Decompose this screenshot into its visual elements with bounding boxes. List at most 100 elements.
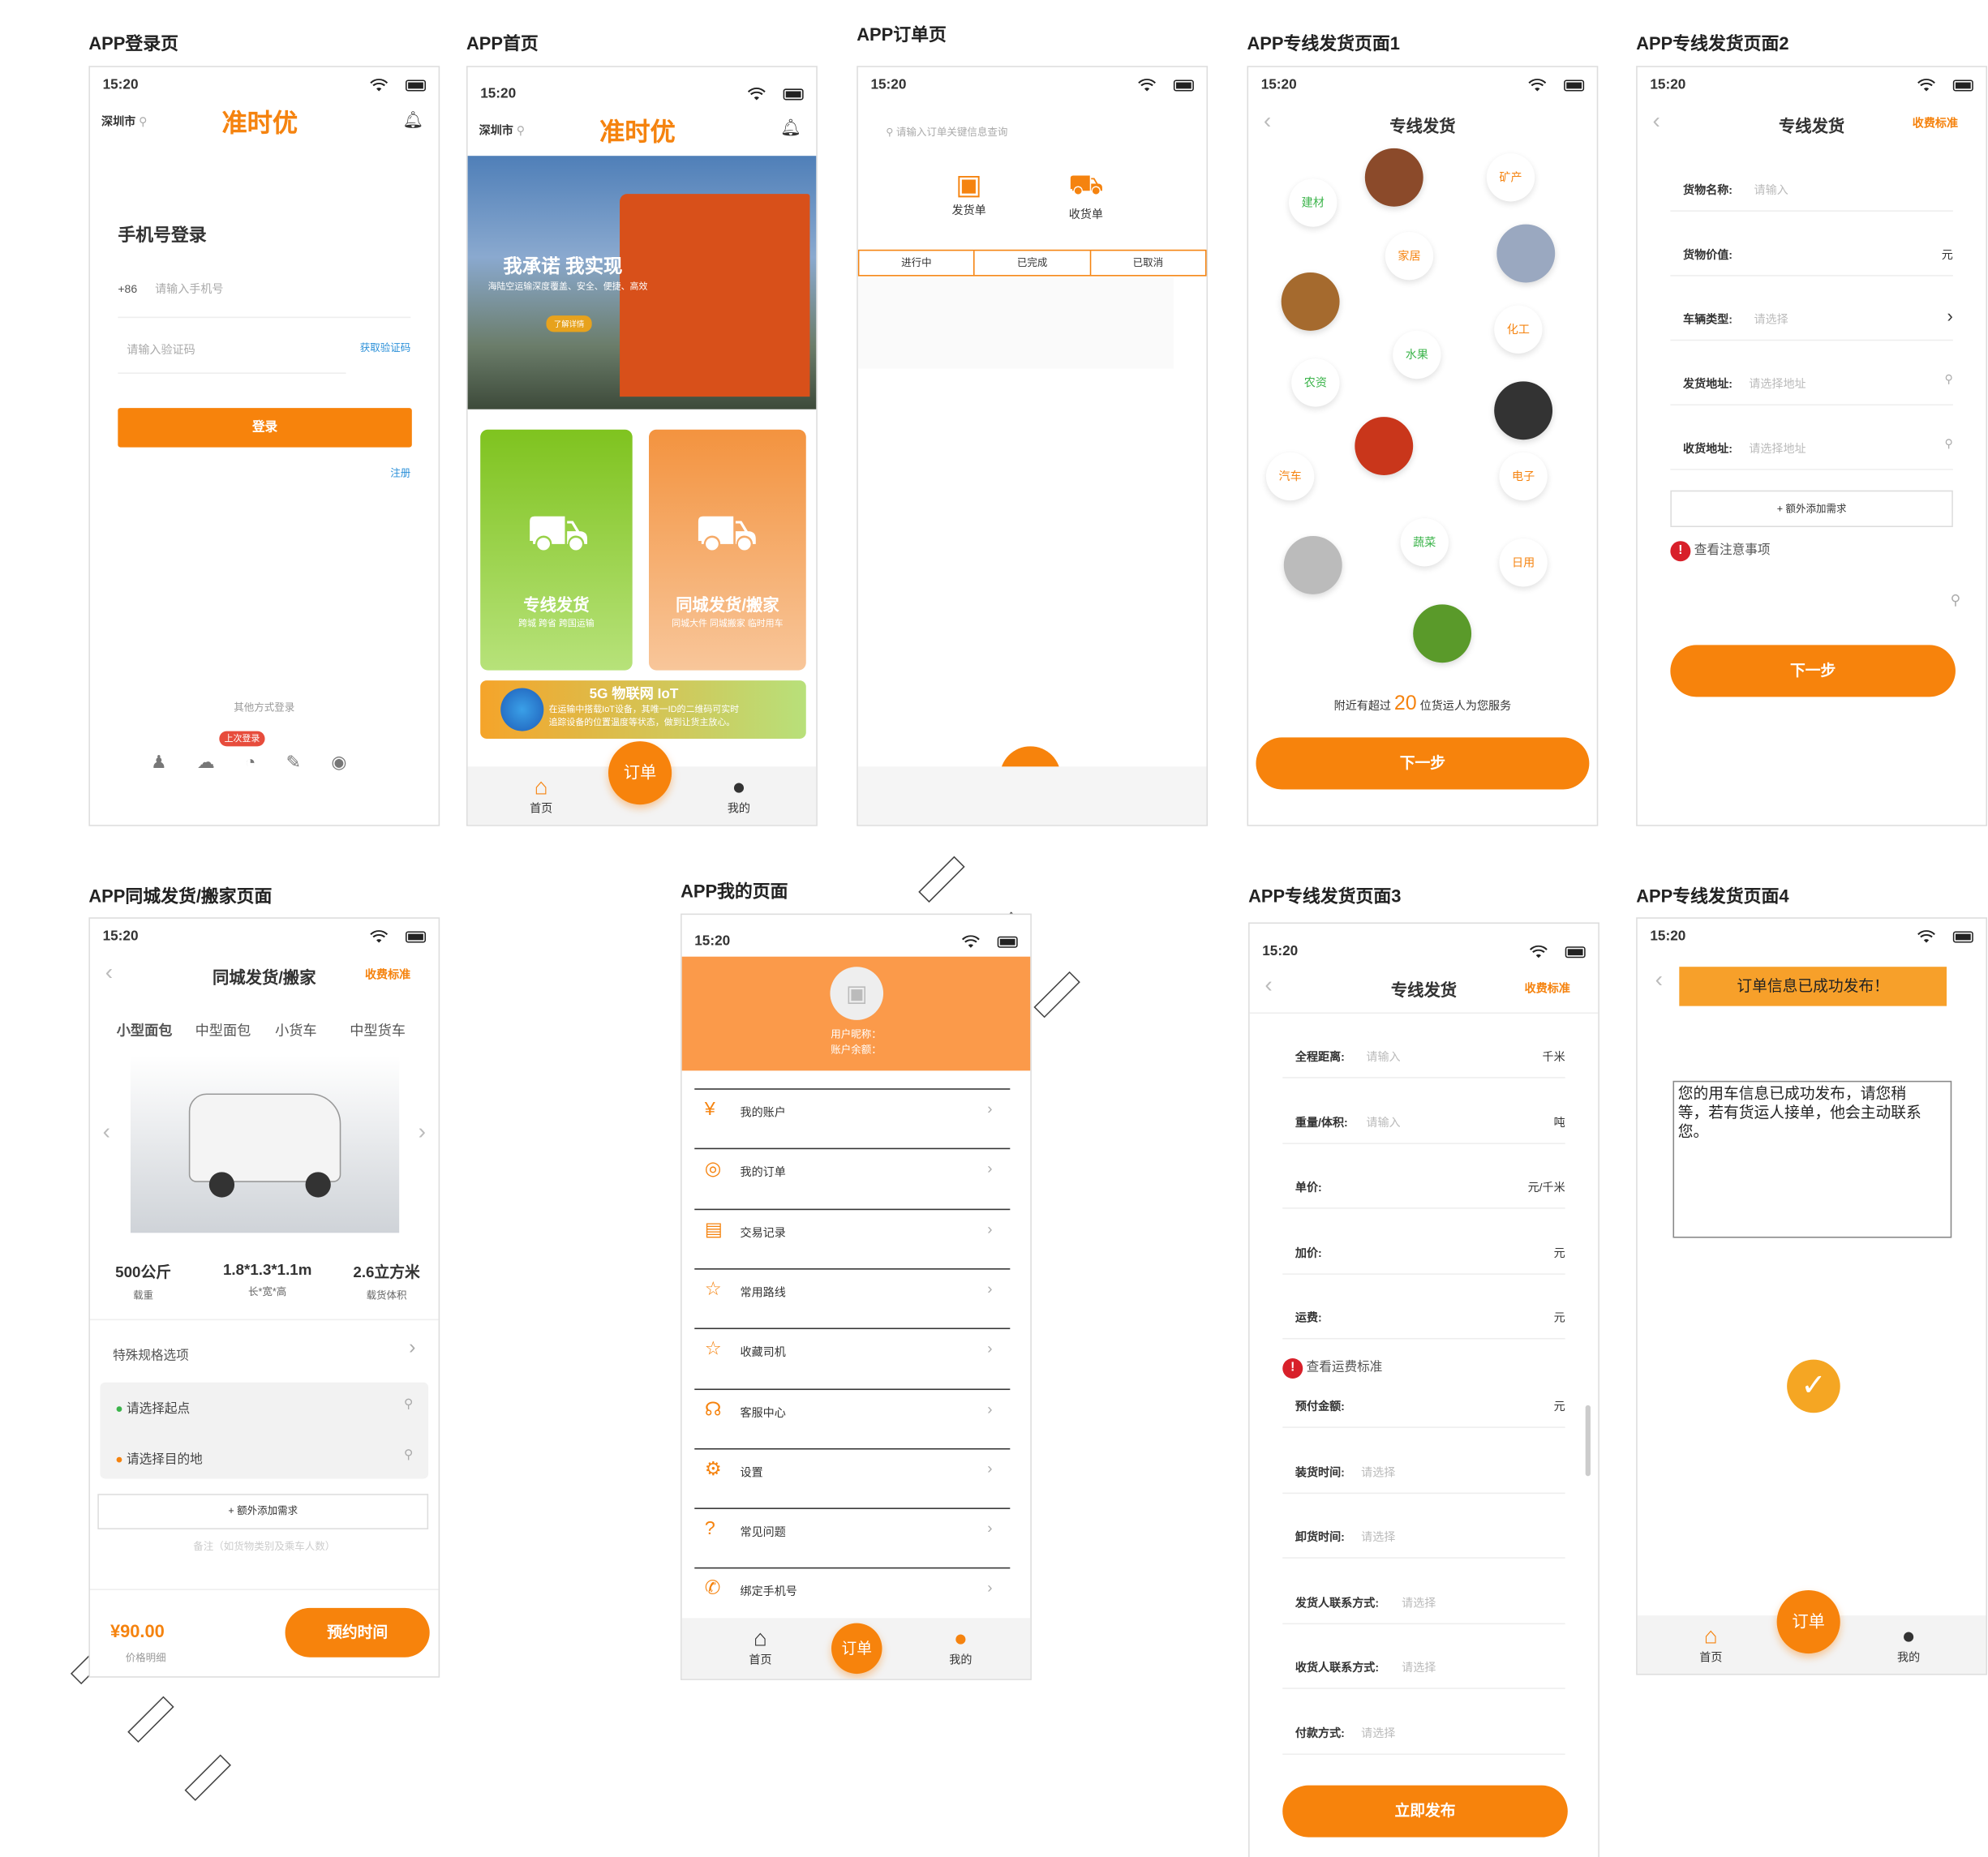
status-bar: 15:20	[103, 77, 426, 97]
car-tab-small-truck[interactable]: 小货车	[275, 1020, 317, 1040]
category-bubble[interactable]: 电子	[1499, 452, 1548, 501]
form-row[interactable]: 车辆类型: 请选择 ›	[1670, 293, 1953, 341]
prev-arrow-icon[interactable]: ‹	[103, 1119, 110, 1146]
tab-mine[interactable]: ● 我的	[923, 1626, 999, 1668]
menu-item[interactable]: ◎ 我的订单 ›	[694, 1148, 1011, 1191]
ship-order-button[interactable]: ▣ 发货单	[951, 169, 985, 218]
form-row[interactable]: 收货人联系方式: 请选择	[1282, 1640, 1565, 1689]
tab-order[interactable]: 订单	[831, 1623, 882, 1675]
register-link[interactable]: 注册	[390, 466, 410, 480]
bell-icon[interactable]: 🔔︎	[780, 118, 801, 138]
publish-button[interactable]: 立即发布	[1282, 1785, 1568, 1838]
sms-field[interactable]: 请输入验证码	[118, 333, 346, 374]
form-row[interactable]: 收货地址: 请选择地址 ⚲	[1670, 422, 1953, 470]
category-bubble[interactable]: 日用	[1499, 538, 1548, 587]
avatar[interactable]: ▣	[830, 967, 884, 1020]
car-tab-medium-truck[interactable]: 中型货车	[350, 1020, 406, 1040]
car-tab-small-van[interactable]: 小型面包	[117, 1020, 173, 1040]
wifi-icon	[747, 88, 766, 101]
vegetable-image	[1413, 604, 1472, 663]
tab-cancelled[interactable]: 已取消	[1091, 251, 1205, 275]
city-selector[interactable]: 深圳市 ⚲	[479, 122, 525, 138]
phone-field[interactable]: +86 请输入手机号	[118, 280, 411, 319]
scrollbar[interactable]	[1585, 1405, 1591, 1477]
end-address[interactable]: ● 请选择目的地	[115, 1448, 203, 1467]
form-row[interactable]: 运费: 元	[1282, 1291, 1565, 1340]
category-bubble[interactable]: 水果	[1393, 330, 1441, 380]
menu-item[interactable]: ☆ 常用路线 ›	[694, 1267, 1011, 1311]
menu-item[interactable]: ☆ 收藏司机 ›	[694, 1327, 1011, 1371]
menu-item[interactable]: ✆ 绑定手机号 ›	[694, 1568, 1011, 1610]
menu-item[interactable]: ▤ 交易记录 ›	[694, 1207, 1011, 1251]
form-row[interactable]: 装货时间: 请选择	[1282, 1445, 1565, 1494]
banner[interactable]: 我承诺 我实现 海陆空运输深度覆盖、安全、便捷、高效 了解详情	[467, 156, 817, 410]
get-code-link[interactable]: 获取验证码	[360, 341, 411, 354]
bell-icon[interactable]: 🔔︎	[402, 110, 423, 131]
category-bubble[interactable]: 汽车	[1265, 452, 1315, 501]
start-address[interactable]: ● 请选择起点	[115, 1397, 190, 1417]
menu-item[interactable]: ? 常见问题 ›	[694, 1507, 1011, 1551]
extra-needs-button[interactable]: + 额外添加需求	[1670, 490, 1953, 527]
form-row[interactable]: 付款方式: 请选择	[1282, 1706, 1565, 1755]
form-row[interactable]: 单价: 元/千米	[1282, 1160, 1565, 1209]
tab-mine[interactable]: ● 我的	[701, 774, 777, 817]
tab-order[interactable]: 订单	[608, 741, 672, 805]
category-bubble[interactable]: 蔬菜	[1400, 518, 1449, 567]
tab-home[interactable]: ⌂ 首页	[1673, 1623, 1750, 1666]
notice-link[interactable]: ! 查看注意事项	[1670, 538, 1770, 562]
iot-banner[interactable]: 5G 物联网 IoT 在运输中搭载IoT设备，其唯一ID的二维码可实时 追踪设备…	[480, 680, 806, 739]
form-row[interactable]: 货物名称: 请输入	[1670, 164, 1953, 212]
card-line-shipping[interactable]: ⛟ 专线发货 跨城 跨省 跨国运输	[480, 429, 633, 671]
form-row[interactable]: 全程距离: 请输入 千米	[1282, 1030, 1565, 1079]
message-textarea[interactable]: 您的用车信息已成功发布，请您稍等，若有货运人接单，他会主动联系您。	[1672, 1080, 1952, 1238]
deco-slash	[918, 856, 965, 903]
city-screen: 15:20 ‹ 同城发货/搬家 收费标准 小型面包 中型面包 小货车 中型货车 …	[88, 917, 440, 1678]
receive-order-button[interactable]: ⛟ 收货单	[1068, 169, 1103, 222]
tab-home[interactable]: ⌂ 首页	[723, 1626, 799, 1668]
deco-slash	[184, 1754, 231, 1801]
form-row[interactable]: 卸货时间: 请选择	[1282, 1511, 1565, 1559]
social-icons[interactable]: ♟ ☁ ◔ ✎ ◉	[151, 752, 346, 774]
fee-link[interactable]: 收费标准	[365, 966, 410, 982]
tab-in-progress[interactable]: 进行中	[859, 251, 976, 276]
next-button[interactable]: 下一步	[1256, 737, 1590, 790]
price-detail-link[interactable]: 价格明细	[126, 1651, 166, 1665]
car-tab-medium-van[interactable]: 中型面包	[195, 1020, 251, 1040]
next-button[interactable]: 下一步	[1670, 645, 1956, 697]
form-row[interactable]: 预付金额: 元	[1282, 1380, 1565, 1428]
tab-mine[interactable]: ● 我的	[1870, 1623, 1947, 1666]
back-icon[interactable]: ‹	[1655, 967, 1663, 993]
chevron-right-icon: ›	[987, 1279, 993, 1297]
tab-home[interactable]: ⌂ 首页	[503, 774, 579, 817]
qq-icon: ♟	[150, 751, 167, 772]
special-spec-option[interactable]: 特殊规格选项	[113, 1345, 189, 1363]
menu-item[interactable]: ☊ 客服中心 ›	[694, 1387, 1011, 1431]
form-row[interactable]: 重量/体积: 请输入吨	[1282, 1096, 1565, 1144]
category-bubble[interactable]: 矿产	[1486, 153, 1535, 202]
book-time-button[interactable]: 预约时间	[285, 1607, 430, 1658]
form-row[interactable]: 发货人联系方式: 请选择	[1282, 1576, 1565, 1624]
category-bubble[interactable]: 农资	[1291, 358, 1340, 407]
category-bubble[interactable]: 家居	[1385, 231, 1434, 281]
remark-field[interactable]: 备注（如货物类别及乘车人数）	[90, 1539, 439, 1553]
form-row[interactable]: 发货地址: 请选择地址 ⚲	[1670, 358, 1953, 405]
menu-item[interactable]: ⚙ 设置 ›	[694, 1447, 1011, 1491]
next-arrow-icon[interactable]: ›	[419, 1119, 426, 1146]
fee-standard-link[interactable]: ! 查看运费标准	[1282, 1356, 1382, 1379]
order-search[interactable]: ⚲ 请输入订单关键信息查询	[886, 126, 1007, 139]
form-row[interactable]: 加价: 元	[1282, 1226, 1565, 1275]
fee-link[interactable]: 收费标准	[1913, 114, 1958, 131]
fee-link[interactable]: 收费标准	[1525, 980, 1570, 996]
menu-item[interactable]: ¥ 我的账户 ›	[694, 1088, 1011, 1131]
extra-needs-button[interactable]: + 额外添加需求	[97, 1494, 429, 1529]
login-button[interactable]: 登录	[118, 408, 412, 448]
tab-order[interactable]: 订单	[1776, 1589, 1840, 1654]
card-city-shipping[interactable]: ⛟ 同城发货/搬家 同城大件 同城搬家 临时用车	[649, 429, 806, 671]
category-bubble[interactable]: 建材	[1289, 178, 1337, 227]
category-bubble[interactable]: 化工	[1494, 305, 1543, 354]
banner-button[interactable]: 了解详情	[546, 315, 592, 332]
form-row[interactable]: 货物价值: 元	[1670, 228, 1953, 277]
tab-completed[interactable]: 已完成	[975, 251, 1091, 276]
furniture-image	[1364, 148, 1423, 207]
city-selector[interactable]: 深圳市 ⚲	[101, 113, 147, 129]
